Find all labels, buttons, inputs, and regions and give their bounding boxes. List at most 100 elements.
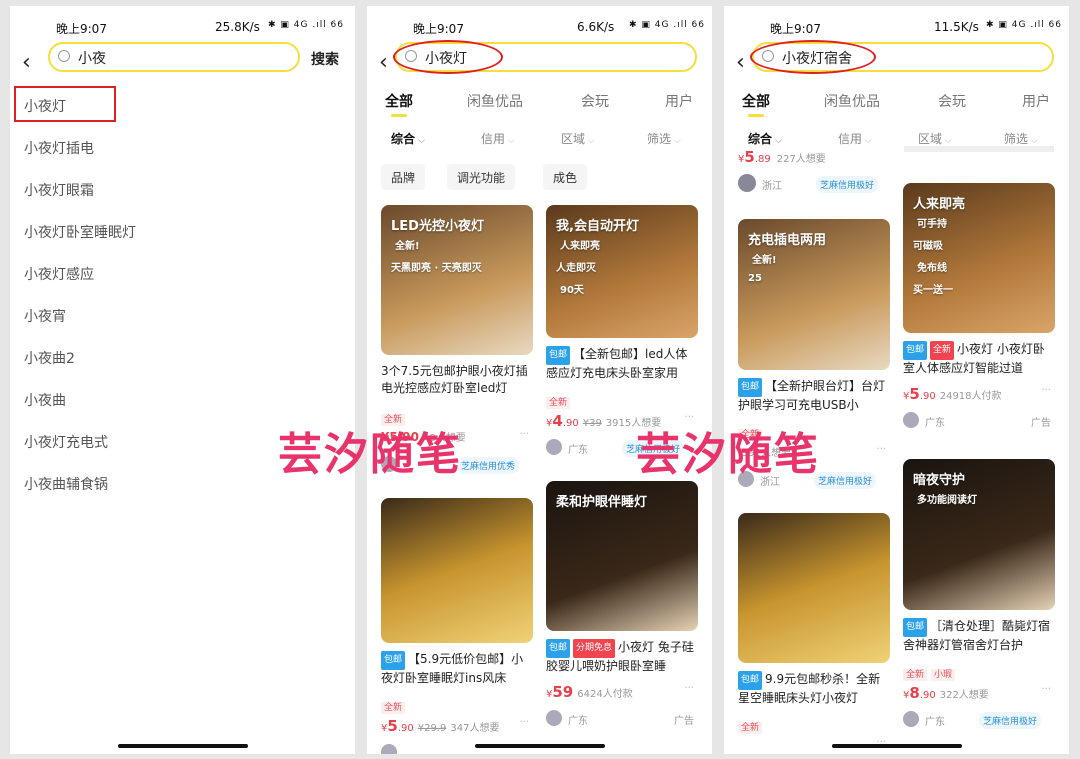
product-card[interactable]: LED光控小夜灯 全新! 天黑即亮 · 天亮即灭 3个7.5元包邮护眼小夜灯插电光控感… [381,205,533,474]
filter-2[interactable]: 区域 ⌵ [561,130,595,147]
status-speed: 6.6K/s [577,20,615,34]
filter-label: 综合 [391,132,416,146]
filter-3[interactable]: 筛选 ⌵ [1004,130,1038,147]
meta: 227人想要 [776,154,826,165]
product-card[interactable]: 包邮 【5.9元低价包邮】小夜灯卧室睡眠灯ins风床 全新 ¥5.90 ¥29.9 347… [381,498,533,754]
product-card[interactable]: 充电插电两用 全新! 25 包邮 【全新护眼台灯】台灯护眼学习可充电USB小 全新 591人… [738,219,890,489]
label-tag: 全新 [546,397,571,409]
filter-chip[interactable]: 调光功能 [447,164,516,190]
product-image: 柔和护眼伴睡灯 [546,481,698,631]
product-card[interactable]: 人来即亮 可手持 可磁吸 免布线 买一送一 包邮 全新 小夜灯 小夜灯卧室人体感应灯智能过道 ¥… [903,183,1055,429]
location: 广东 [925,717,945,728]
price-int: 5 [909,385,920,403]
suggestion-item[interactable]: 小夜灯眼霜 [24,180,94,200]
highlight-oval [393,40,503,74]
tab[interactable]: 用户 [1022,91,1050,111]
tab[interactable]: 会玩 [581,91,609,111]
image-text: 可磁吸 [913,241,943,252]
back-icon[interactable]: ‹ [736,50,745,75]
chevron-down-icon: ⌵ [1028,136,1038,146]
more-icon[interactable]: ··· [1041,684,1051,695]
filter-0[interactable]: 综合 ⌵ [748,130,782,147]
avatar [903,711,919,727]
label-tag: 全新 [903,669,928,681]
suggestion-item[interactable]: 小夜曲辅食锅 [24,474,108,494]
tab[interactable]: 用户 [665,91,693,111]
chevron-down-icon: ⌵ [772,136,782,146]
product-image: 我,会自动开灯 人来即亮 人走即灭 90天 [546,205,698,338]
watermark: 芸汐随笔 [278,429,462,480]
more-icon[interactable]: ··· [1041,385,1051,396]
image-text: 暗夜守护 [913,473,966,488]
status-speed: 11.5K/s [934,20,979,34]
tab[interactable]: 全部 [385,91,413,117]
product-card[interactable]: 我,会自动开灯 人来即亮 人走即灭 90天 包邮 【全新包邮】led人体感应灯充电床头卧室… [546,205,698,457]
product-title: 包邮 全新 小夜灯 小夜灯卧室人体感应灯智能过道 [903,341,1055,377]
search-button[interactable]: 搜索 [311,49,339,69]
filter-1[interactable]: 信用 ⌵ [838,130,872,147]
back-icon[interactable]: ‹ [379,50,388,75]
avatar [381,744,397,754]
filter-label: 区域 [561,132,586,146]
filter-3[interactable]: 筛选 ⌵ [647,130,681,147]
filter-0[interactable]: 综合 ⌵ [391,130,425,147]
original-price: ¥29.9 [417,723,447,734]
status-time: 晚上9:07 [56,22,107,36]
price-int: 4 [552,412,563,430]
tab[interactable]: 闲鱼优品 [824,91,880,111]
image-text: 全新! [395,241,420,252]
search-input[interactable]: 小夜 [48,42,300,72]
suggestion-item[interactable]: 小夜曲2 [24,348,75,368]
more-icon[interactable]: ··· [876,444,886,455]
meta: 6424人付款 [577,689,633,700]
image-text: 我,会自动开灯 [556,219,639,234]
price-int: 5 [387,717,398,735]
credit-badge: 芝麻信用优秀 [457,457,520,474]
filter-chip[interactable]: 成色 [543,164,588,190]
more-icon[interactable]: ··· [519,429,529,440]
search-query: 小夜 [78,51,106,67]
image-text: 多功能阅读灯 [917,495,977,506]
chevron-down-icon: ⌵ [942,136,952,146]
suggestion-item[interactable]: 小夜灯插电 [24,138,94,158]
tag-badge: 包邮 [546,346,571,365]
product-card[interactable]: 暗夜守护 多功能阅读灯 包邮 ［清仓处理］酷毙灯宿舍神器灯管宿舍灯台护 全新 小瑕 ¥8.9… [903,459,1055,729]
product-card[interactable]: 包邮 9.9元包邮秒杀！全新星空睡眠床头灯小夜灯 全新 ··· [738,513,890,748]
price-int: 5 [744,148,755,166]
credit-badge: 芝麻信用极好 [816,176,879,193]
credit-badge: 芝麻信用极好 [814,472,877,489]
filter-label: 信用 [481,132,506,146]
meta: 24918人付款 [939,391,1002,402]
back-icon[interactable]: ‹ [22,50,31,75]
filter-chip[interactable]: 品牌 [381,164,426,190]
suggestion-item[interactable]: 小夜灯感应 [24,264,94,284]
chevron-down-icon: ⌵ [505,136,515,146]
location: 广东 [925,418,945,429]
image-text: 柔和护眼伴睡灯 [556,495,648,510]
filter-1[interactable]: 信用 ⌵ [481,130,515,147]
filter-2[interactable]: 区域 ⌵ [918,130,952,147]
suggestion-item[interactable]: 小夜宵 [24,306,66,326]
product-image [738,513,890,663]
more-icon[interactable]: ··· [519,717,529,728]
panel-search-results-night-light: 晚上9:07 6.6K/s ✱ ▣ 4G .ıll 66 ‹ 小夜灯 全部 闲鱼优品 会玩 用户… [367,6,712,754]
label-tag: 全新 [381,702,406,714]
product-title: 包邮 【全新护眼台灯】台灯护眼学习可充电USB小 [738,378,890,414]
suggestion-item[interactable]: 小夜曲 [24,390,66,410]
more-icon[interactable]: ··· [684,683,694,694]
status-icons: ✱ ▣ 4G .ıll 66 [629,20,706,30]
filter-label: 区域 [918,132,943,146]
tab[interactable]: 会玩 [938,91,966,111]
tag-badge: 分期免息 [573,639,616,658]
product-title: 3个7.5元包邮护眼小夜灯插电光控感应灯卧室led灯 [381,363,533,397]
home-indicator [832,744,962,748]
tab[interactable]: 闲鱼优品 [467,91,523,111]
card-partial [904,146,1054,152]
suggestion-item[interactable]: 小夜灯充电式 [24,432,108,452]
label-tag: 小瑕 [931,669,956,681]
product-card[interactable]: 柔和护眼伴睡灯 包邮 分期免息 小夜灯 兔子硅胶婴儿喂奶护眼卧室睡 ¥59 6424人付款… [546,481,698,727]
product-title: 包邮 【5.9元低价包邮】小夜灯卧室睡眠灯ins风床 [381,651,533,687]
product-title: 包邮 分期免息 小夜灯 兔子硅胶婴儿喂奶护眼卧室睡 [546,639,698,675]
tab[interactable]: 全部 [742,91,770,117]
suggestion-item[interactable]: 小夜灯卧室睡眠灯 [24,222,136,242]
